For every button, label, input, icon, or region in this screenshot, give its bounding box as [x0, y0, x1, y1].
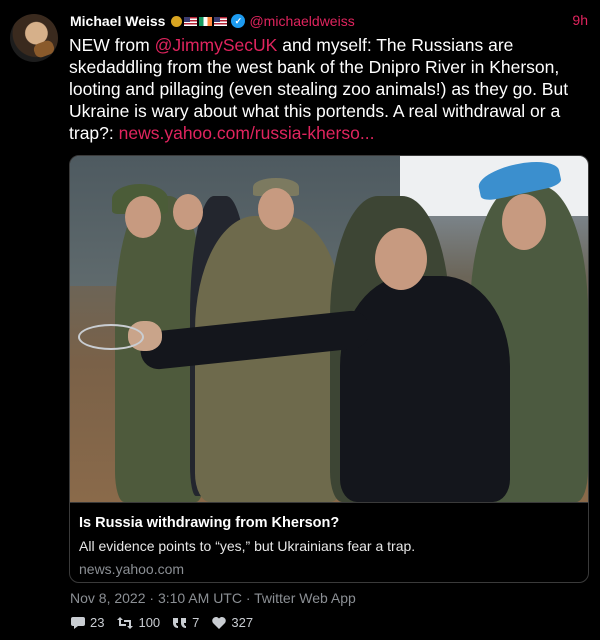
- heart-icon: [212, 616, 227, 629]
- photo-head: [375, 228, 427, 290]
- author-handle[interactable]: @michaeldweiss: [249, 13, 354, 29]
- tweet-actions: 23 100 7 327: [70, 615, 253, 630]
- card-description: All evidence points to “yes,” but Ukrain…: [79, 538, 416, 554]
- author-name[interactable]: Michael Weiss: [70, 13, 165, 29]
- avatar[interactable]: [10, 14, 58, 62]
- card-domain: news.yahoo.com: [79, 561, 185, 577]
- tweet-text: NEW from @JimmySecUK and myself: The Rus…: [69, 34, 589, 144]
- link-card[interactable]: Is Russia withdrawing from Kherson? All …: [69, 155, 589, 583]
- card-meta[interactable]: Is Russia withdrawing from Kherson? All …: [70, 502, 588, 582]
- photo-head: [125, 196, 161, 238]
- photo-man-dark-coat: [340, 276, 510, 502]
- us-flag-icon: [184, 16, 198, 26]
- reply-count: 23: [90, 615, 105, 630]
- sun-badge-icon: [171, 15, 183, 27]
- card-title[interactable]: Is Russia withdrawing from Kherson?: [79, 515, 339, 531]
- tweet-header: Michael Weiss ✓ @michaeldweiss: [70, 12, 355, 30]
- reply-icon: [71, 616, 85, 629]
- article-link[interactable]: news.yahoo.com/russia-kherso...: [119, 123, 375, 143]
- timestamp-relative[interactable]: 9h: [572, 12, 588, 28]
- tweet-text-part1: NEW from: [69, 35, 155, 55]
- us-flag-icon: [214, 16, 228, 26]
- tweet-meta[interactable]: Nov 8, 2022 · 3:10 AM UTC · Twitter Web …: [70, 590, 356, 606]
- retweet-button[interactable]: 100: [116, 615, 160, 630]
- like-button[interactable]: 327: [211, 615, 253, 630]
- ireland-flag-icon: [199, 16, 213, 26]
- photo-head: [258, 188, 294, 230]
- photo-head: [173, 194, 203, 230]
- card-image[interactable]: [70, 156, 588, 502]
- like-count: 327: [231, 615, 254, 630]
- quote-count: 7: [192, 615, 200, 630]
- retweet-icon: [117, 616, 134, 629]
- quote-icon: [173, 617, 187, 628]
- name-emojis: [171, 15, 228, 27]
- photo-glasses: [78, 324, 144, 350]
- verified-icon: ✓: [231, 14, 246, 28]
- tweet[interactable]: Michael Weiss ✓ @michaeldweiss 9h NEW fr…: [0, 0, 600, 640]
- quote-button[interactable]: 7: [172, 615, 199, 630]
- retweet-count: 100: [138, 615, 161, 630]
- reply-button[interactable]: 23: [70, 615, 104, 630]
- photo-head: [502, 194, 546, 250]
- mention-link[interactable]: @JimmySecUK: [155, 35, 278, 55]
- guitar-graphic: [32, 39, 56, 59]
